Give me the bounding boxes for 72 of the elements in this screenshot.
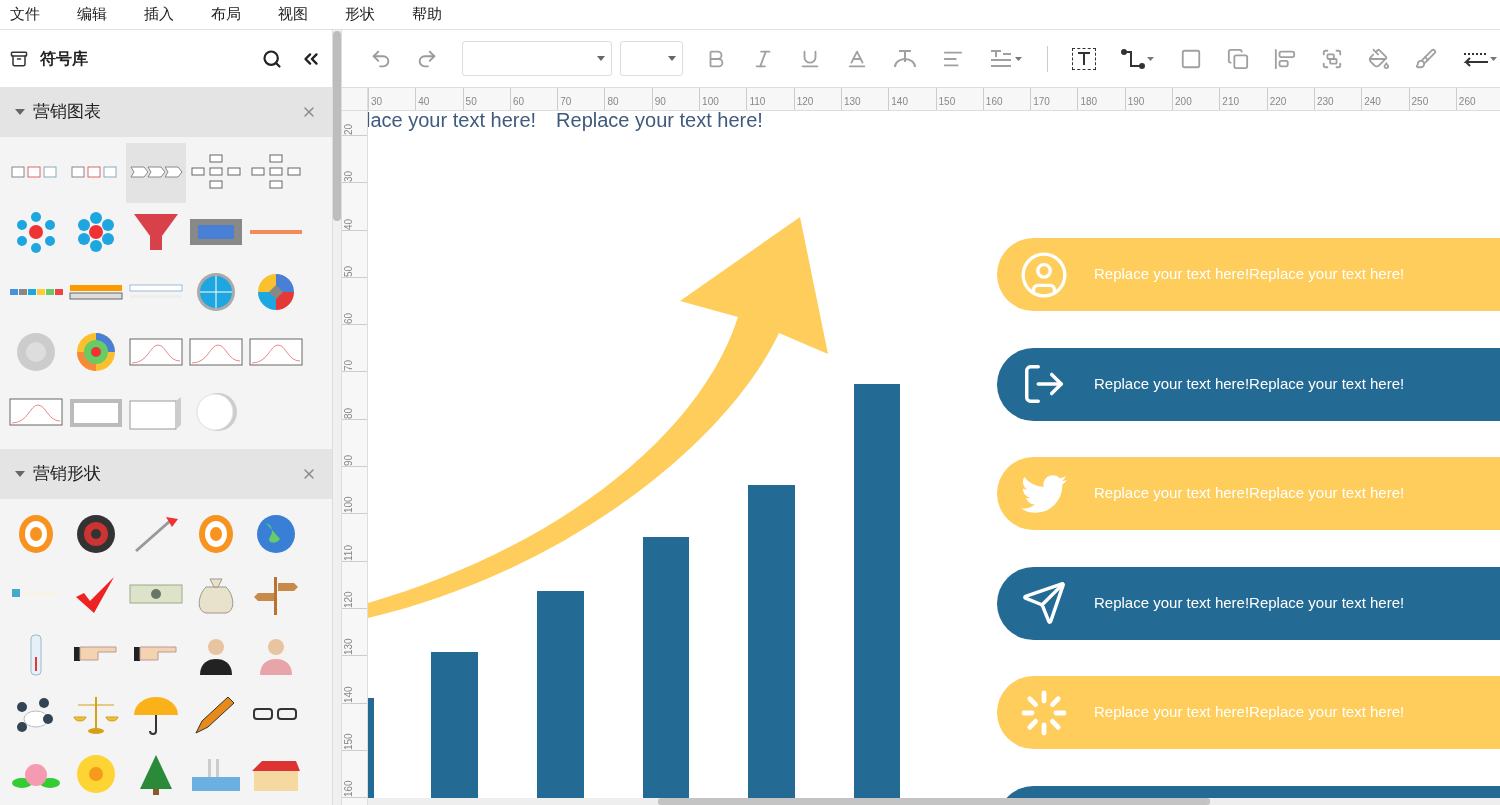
pill-text: Replace your text here!Replace your text here! bbox=[1094, 483, 1405, 504]
ruler-label: 140 bbox=[344, 688, 354, 703]
dropdown-caret-icon bbox=[597, 56, 605, 61]
search-icon[interactable] bbox=[262, 48, 282, 69]
menu-item[interactable]: 帮助 bbox=[412, 3, 443, 26]
group-icon[interactable] bbox=[1321, 47, 1343, 70]
library-icon bbox=[10, 49, 28, 68]
horizontal-scrollbar[interactable] bbox=[368, 798, 1500, 805]
ruler-label: 20 bbox=[344, 122, 354, 135]
ruler-label: 130 bbox=[843, 96, 861, 107]
dropdown-caret-icon bbox=[668, 56, 676, 61]
ruler-label: 210 bbox=[1222, 96, 1240, 107]
ruler-label: 220 bbox=[1269, 96, 1287, 107]
canvas-heading: Replace your text here! bbox=[556, 111, 763, 133]
duplicate-icon[interactable] bbox=[1227, 47, 1249, 70]
ruler-label: 60 bbox=[512, 96, 524, 107]
section-header[interactable]: 营销形状 bbox=[0, 449, 332, 499]
ruler-label: 90 bbox=[654, 96, 666, 107]
line-spacing-icon[interactable] bbox=[989, 47, 1023, 70]
ruler-label: 40 bbox=[418, 96, 430, 107]
font-dropdown[interactable] bbox=[462, 41, 612, 76]
pill-text: Replace your text here!Replace your text here! bbox=[1094, 702, 1405, 723]
ruler-label: 250 bbox=[1411, 96, 1429, 107]
ruler-label: 140 bbox=[891, 96, 908, 107]
ruler-label: 80 bbox=[607, 96, 619, 107]
ruler-label: 160 bbox=[985, 96, 1003, 107]
panel-title: 符号库 bbox=[40, 48, 89, 69]
pill-text: Replace your text here!Replace your text here! bbox=[1094, 264, 1405, 285]
canvas-heading: lace your text here! bbox=[368, 111, 537, 133]
ruler-label: 240 bbox=[1364, 96, 1381, 107]
menu-item[interactable]: 布局 bbox=[211, 3, 242, 26]
ruler-label: 80 bbox=[344, 406, 354, 419]
menu-item[interactable]: 视图 bbox=[278, 3, 309, 26]
menu-item[interactable]: 插入 bbox=[144, 3, 175, 26]
ruler-label: 60 bbox=[344, 312, 354, 325]
paint-bucket-icon[interactable] bbox=[1368, 47, 1390, 70]
pill-text: Replace your text here!Replace your text here! bbox=[1094, 373, 1405, 394]
paper-plane-icon bbox=[1021, 580, 1067, 626]
ruler-label: 50 bbox=[465, 96, 477, 107]
ruler-label: 150 bbox=[938, 96, 956, 107]
connector-icon[interactable] bbox=[1121, 47, 1155, 70]
ruler-label: 100 bbox=[702, 96, 719, 107]
loader-icon bbox=[1020, 688, 1068, 737]
section-header[interactable]: 营销图表 bbox=[0, 87, 332, 137]
text-box-icon[interactable] bbox=[1072, 47, 1096, 70]
ruler-label: 40 bbox=[344, 217, 354, 230]
ruler-label: 110 bbox=[749, 96, 766, 107]
scrollbar[interactable] bbox=[332, 30, 341, 805]
ruler-label: 70 bbox=[344, 359, 354, 372]
ruler-label: 120 bbox=[796, 96, 814, 107]
ruler-label: 150 bbox=[344, 735, 354, 750]
ruler-label: 180 bbox=[1080, 96, 1098, 107]
square-icon[interactable] bbox=[1180, 47, 1202, 70]
ruler-label: 50 bbox=[344, 264, 354, 277]
ruler-label: 30 bbox=[371, 96, 383, 107]
pill-text: Replace your text here!Replace your text here! bbox=[1094, 592, 1405, 613]
ruler-label: 190 bbox=[1127, 96, 1145, 107]
menu-item[interactable]: 编辑 bbox=[77, 3, 108, 26]
ruler-label: 170 bbox=[1033, 96, 1050, 107]
ruler-label: 90 bbox=[344, 453, 354, 467]
ruler-label: 30 bbox=[344, 170, 354, 183]
menu-item[interactable]: 文件 bbox=[10, 3, 41, 26]
ruler-label: 230 bbox=[1316, 96, 1334, 107]
ruler-label: 260 bbox=[1458, 96, 1476, 107]
ruler-label: 70 bbox=[560, 96, 572, 107]
brush-icon[interactable] bbox=[1415, 47, 1437, 70]
ruler-label: 110 bbox=[344, 546, 354, 561]
ruler-label: 200 bbox=[1175, 96, 1192, 107]
ruler-label: 120 bbox=[344, 593, 354, 608]
size-dropdown[interactable] bbox=[620, 41, 683, 76]
menu-item[interactable]: 形状 bbox=[345, 3, 376, 26]
align-icon[interactable] bbox=[1274, 47, 1296, 70]
